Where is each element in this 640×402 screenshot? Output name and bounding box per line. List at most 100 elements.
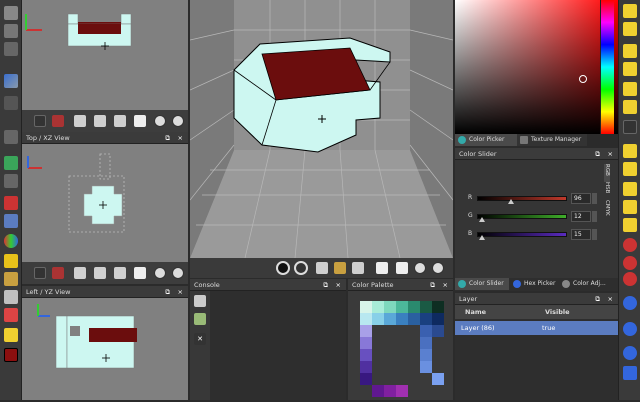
channel-value-field[interactable]: 15	[571, 229, 591, 240]
channel-slider-track[interactable]	[477, 232, 567, 237]
tab-texture-manager[interactable]: Texture Manager	[517, 134, 587, 146]
zoom-out-icon[interactable]	[172, 115, 184, 127]
spheres-icon[interactable]	[4, 234, 18, 248]
redo-icon[interactable]	[4, 174, 18, 188]
channel-spinner[interactable]	[592, 229, 597, 240]
screenshot-icon[interactable]	[334, 262, 346, 274]
left-view[interactable]	[22, 298, 188, 400]
shield-icon[interactable]	[4, 42, 18, 56]
undock-icon[interactable]: ⧉	[430, 279, 435, 291]
node-add-icon[interactable]	[623, 238, 637, 252]
undock-icon[interactable]: ⧉	[323, 279, 328, 291]
bucket-icon[interactable]	[4, 290, 18, 304]
render-icon[interactable]	[52, 115, 64, 127]
note-icon[interactable]	[623, 4, 637, 18]
pencil-icon[interactable]	[4, 272, 18, 286]
zoom-in-icon[interactable]	[154, 267, 166, 279]
tab-color-adjust[interactable]: Color Adj...	[559, 278, 617, 290]
top-view[interactable]	[22, 144, 188, 262]
channel-slider-thumb[interactable]	[479, 235, 486, 240]
note-icon[interactable]	[623, 218, 637, 232]
mirror-icon[interactable]	[4, 74, 18, 88]
transform-icon[interactable]	[4, 130, 18, 144]
node-link-icon[interactable]	[623, 272, 637, 286]
script-icon[interactable]	[194, 313, 206, 325]
clear-icon[interactable]: ✕	[194, 333, 206, 345]
tab-color-picker[interactable]: Color Picker	[455, 134, 517, 146]
channel-slider-thumb[interactable]	[508, 199, 515, 204]
fit-icon[interactable]	[396, 262, 408, 274]
undock-icon[interactable]: ⧉	[595, 293, 600, 305]
triangle-icon[interactable]	[4, 254, 18, 268]
close-icon[interactable]: ×	[178, 286, 183, 298]
copy-icon[interactable]	[114, 267, 126, 279]
tab-hex-picker[interactable]: Hex Picker	[510, 278, 558, 290]
zoom-out-icon[interactable]	[172, 267, 184, 279]
note-icon[interactable]	[623, 182, 637, 196]
mode-rgb-tab[interactable]: RGB	[604, 164, 610, 182]
close-icon[interactable]: ×	[178, 132, 183, 144]
channel-slider-thumb[interactable]	[478, 217, 485, 222]
undo-icon[interactable]	[4, 156, 18, 170]
close-icon[interactable]: ×	[608, 148, 613, 160]
note-icon[interactable]	[623, 82, 637, 96]
channel-value-field[interactable]: 12	[571, 211, 591, 222]
frame-icon[interactable]	[134, 267, 146, 279]
hue-slider[interactable]	[600, 0, 614, 134]
arrow-icon[interactable]	[623, 366, 637, 380]
zoom-in-icon[interactable]	[154, 115, 166, 127]
tab-color-slider[interactable]: Color Slider	[455, 278, 509, 290]
color-cursor[interactable]	[579, 75, 587, 83]
grid-toggle-icon[interactable]	[34, 115, 46, 127]
grid-toggle-icon[interactable]	[34, 267, 46, 279]
cube-icon[interactable]	[4, 6, 18, 20]
channel-slider-track[interactable]	[477, 196, 567, 201]
layer-toggle-icon[interactable]	[623, 120, 637, 134]
saturation-value-field[interactable]	[455, 0, 618, 134]
node-remove-icon[interactable]	[623, 256, 637, 270]
select-icon[interactable]	[4, 328, 18, 342]
globe-icon[interactable]	[623, 322, 637, 336]
move-icon[interactable]	[4, 96, 18, 110]
note-icon[interactable]	[623, 100, 637, 114]
note-icon[interactable]	[623, 144, 637, 158]
frame-icon[interactable]	[376, 262, 388, 274]
import-icon[interactable]	[94, 267, 106, 279]
channel-slider-track[interactable]	[477, 214, 567, 219]
note-icon[interactable]	[623, 162, 637, 176]
play-icon[interactable]	[194, 295, 206, 307]
export-icon[interactable]	[316, 262, 328, 274]
channel-spinner[interactable]	[592, 211, 597, 222]
wrench-icon[interactable]	[4, 214, 18, 228]
copy-icon[interactable]	[114, 115, 126, 127]
color-swap-icon[interactable]	[4, 308, 18, 322]
palette-grid[interactable]	[348, 291, 453, 400]
undock-icon[interactable]: ⧉	[595, 148, 600, 160]
wire-sphere-icon[interactable]	[294, 261, 308, 275]
note-icon[interactable]	[623, 62, 637, 76]
mode-hsb-tab[interactable]: HSB	[604, 182, 610, 200]
col-name[interactable]: Name	[465, 305, 486, 319]
globe-icon[interactable]	[623, 346, 637, 360]
render-icon[interactable]	[52, 267, 64, 279]
note-icon[interactable]	[623, 22, 637, 36]
channel-value-field[interactable]: 96	[571, 193, 591, 204]
export-icon[interactable]	[74, 267, 86, 279]
close-icon[interactable]: ×	[608, 293, 613, 305]
current-color-swatch[interactable]	[4, 348, 18, 362]
note-icon[interactable]	[623, 44, 637, 58]
channel-spinner[interactable]	[592, 193, 597, 204]
console-output[interactable]	[210, 291, 346, 400]
perspective-view[interactable]	[190, 0, 453, 258]
mode-cmyk-tab[interactable]: CMYK	[604, 200, 610, 222]
solid-sphere-icon[interactable]	[276, 261, 290, 275]
undock-icon[interactable]: ⧉	[165, 132, 170, 144]
zoom-out-icon[interactable]	[432, 262, 444, 274]
table-row[interactable]: Layer (86) true	[455, 321, 618, 335]
close-icon[interactable]: ×	[443, 279, 448, 291]
undock-icon[interactable]: ⧉	[165, 286, 170, 298]
delete-icon[interactable]	[4, 196, 18, 210]
export-icon[interactable]	[74, 115, 86, 127]
col-visible[interactable]: Visible	[545, 305, 570, 319]
front-view[interactable]	[22, 0, 188, 110]
